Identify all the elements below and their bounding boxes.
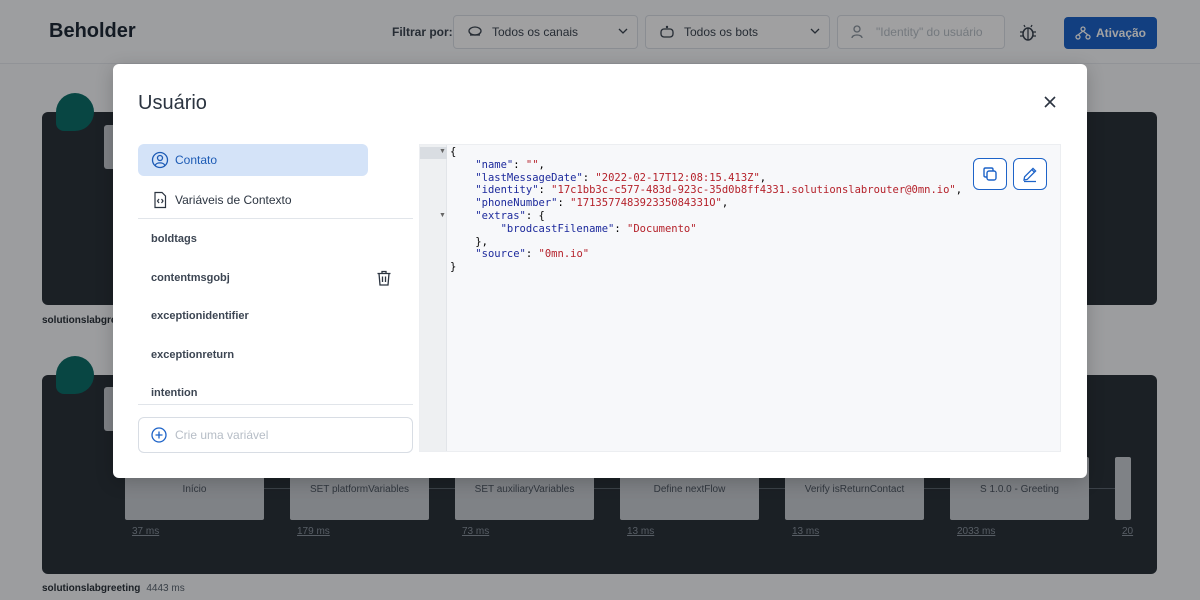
divider [138,404,413,405]
editor-gutter: ▼ ▼ [420,145,447,451]
divider [138,218,413,219]
create-variable-input[interactable]: Crie uma variável [138,417,413,453]
json-phone-number: "171357748392335084331O" [570,197,722,210]
variable-list[interactable]: boldtags contentmsgobj exceptionidentifi… [138,220,413,398]
variable-item[interactable]: exceptionidentifier [138,297,413,336]
create-variable-placeholder: Crie uma variável [175,428,269,442]
variable-item[interactable]: intention [138,374,413,398]
modal-title: Usuário [138,92,207,114]
variable-name: contentmsgobj [151,271,230,284]
json-identity: "17c1bb3c-c577-483d-923c-35d0b8ff4331.so… [551,184,956,197]
json-editor[interactable]: ▼ ▼ { "name": "", "lastMessageDate": "20… [419,144,1061,452]
json-last-message-date: "2022-02-17T12:08:15.413Z" [595,171,760,184]
fold-arrow-icon[interactable]: ▼ [439,148,446,155]
pencil-icon [1023,167,1037,183]
json-code[interactable]: { "name": "", "lastMessageDate": "2022-0… [450,146,962,274]
trash-icon[interactable] [375,269,393,287]
json-source: "0mn.io" [538,248,590,261]
json-name: "" [525,158,539,171]
json-broadcast-filename: "Documento" [627,222,697,235]
plus-circle-icon[interactable] [150,426,168,444]
close-icon[interactable] [1042,94,1058,110]
copy-button[interactable] [973,158,1007,190]
tab-context-variables-label: Variáveis de Contexto [175,193,292,207]
user-modal: Usuário Contato Variáveis de Contexto bo… [113,64,1087,478]
variable-item[interactable]: exceptionreturn [138,336,413,375]
copy-icon [983,167,997,181]
tab-contato[interactable]: Contato [138,144,368,176]
variable-name: exceptionreturn [151,348,235,361]
variable-name: exceptionidentifier [151,310,249,323]
code-file-icon [151,191,169,209]
variable-item[interactable]: contentmsgobj [138,259,413,298]
tab-context-variables[interactable]: Variáveis de Contexto [138,184,368,216]
variable-item[interactable]: boldtags [138,220,413,259]
user-circle-icon [151,151,169,169]
tab-contato-label: Contato [175,153,218,167]
edit-button[interactable] [1013,158,1047,190]
fold-arrow-icon[interactable]: ▼ [439,212,446,219]
variable-name: intention [151,387,198,398]
variable-name: boldtags [151,233,197,246]
